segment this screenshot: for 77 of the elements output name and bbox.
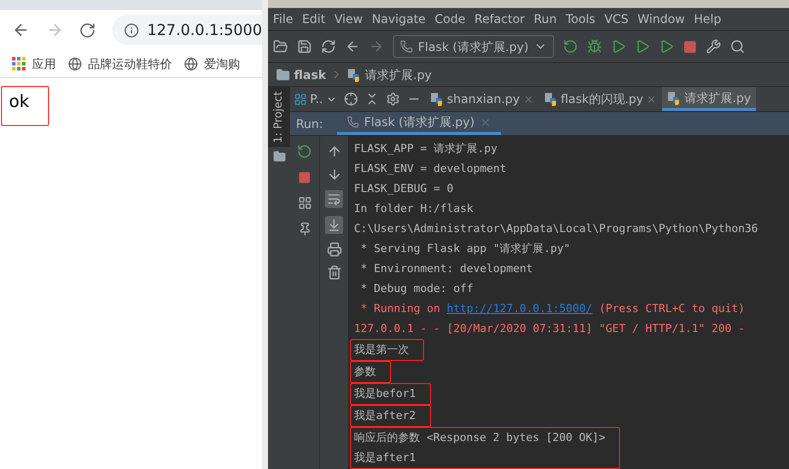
bookmark[interactable]: 应用	[12, 54, 56, 72]
globe-icon	[68, 56, 82, 70]
run-label: Run:	[295, 116, 324, 132]
bookmark[interactable]: 爱淘购	[184, 54, 240, 72]
console-line: * Debug mode: off	[360, 281, 474, 297]
console-line: FLASK_ENV = development	[354, 161, 506, 177]
breadcrumb-item[interactable]: flask	[294, 66, 326, 84]
python-file-icon	[544, 92, 558, 106]
page-text: ok	[1, 86, 49, 126]
console-line: 127.0.0.1 - - [20/Mar/2020 07:31:11] "GET / HTTP/1.1" 200 -	[354, 321, 745, 337]
down-arrow-icon[interactable]	[326, 167, 342, 182]
menu-item[interactable]: Code	[434, 10, 466, 28]
console-line: * Serving Flask app "请求扩展.py"	[360, 241, 570, 257]
phone-icon	[400, 40, 413, 53]
info-icon	[124, 22, 140, 38]
phone-icon	[347, 116, 360, 128]
menu-item[interactable]: Refactor	[474, 10, 525, 28]
layout-icon[interactable]	[298, 196, 312, 210]
console-line: 参数	[354, 364, 376, 380]
folder-icon[interactable]	[272, 150, 286, 163]
printer-icon[interactable]	[326, 242, 342, 257]
folder-icon[interactable]	[273, 39, 288, 54]
url-link[interactable]: http://127.0.0.1:5000/	[446, 302, 592, 315]
trash-icon[interactable]	[326, 265, 342, 280]
console-line: 响应后的参数 <Response 2 bytes [200 OK]>	[354, 430, 606, 446]
console-line: 我是after2	[354, 408, 416, 424]
console-line: 我是befor1	[354, 386, 416, 402]
run-config-dropdown[interactable]: Flask (请求扩展.py)	[393, 35, 554, 58]
rerun-icon[interactable]	[562, 39, 578, 54]
run-icon[interactable]	[658, 39, 674, 54]
menu-item[interactable]: Navigate	[372, 10, 426, 28]
menu-item[interactable]: Edit	[302, 10, 326, 28]
menu-item[interactable]: File	[273, 10, 294, 28]
console-line: * Running on http://127.0.0.1:5000/ (Press CTRL+C to quit)	[360, 301, 745, 317]
console-line: In folder H:/flask	[354, 201, 474, 217]
wrench-icon[interactable]	[706, 39, 721, 54]
address-bar[interactable]: 127.0.0.1:5000	[112, 15, 262, 45]
console-line: FLASK_APP = 请求扩展.py	[354, 141, 498, 157]
project-stripe-button[interactable]: 1: Project	[268, 87, 290, 147]
apps-grid-icon	[12, 56, 26, 70]
reload-icon[interactable]	[79, 22, 96, 38]
search-icon[interactable]	[730, 39, 745, 54]
bug-icon[interactable]	[586, 39, 602, 54]
folder-icon	[276, 68, 290, 82]
scroll-to-end-icon[interactable]	[325, 216, 343, 234]
editor-tab[interactable]: 请求扩展.py	[662, 87, 756, 111]
crosshair-icon[interactable]	[344, 92, 358, 106]
soft-wrap-icon[interactable]	[325, 190, 343, 208]
console-line: 我是after1	[354, 450, 416, 466]
menu-item[interactable]: Run	[534, 10, 557, 28]
project-view-dropdown[interactable]: P..	[294, 90, 337, 108]
menu-item[interactable]: View	[334, 10, 363, 28]
back-icon[interactable]	[345, 39, 360, 54]
globe-icon	[184, 56, 198, 70]
panel-icon	[294, 92, 307, 106]
menu-item[interactable]: Window	[638, 10, 685, 28]
console-line: C:\Users\Administrator\AppData\Local\Programs\Python\Python36	[354, 221, 758, 237]
bookmark[interactable]: 品牌运动鞋特价	[68, 54, 172, 72]
python-file-icon	[430, 92, 444, 106]
console-line: FLASK_DEBUG = 0	[354, 181, 454, 197]
editor-tab[interactable]: shanxian.py	[425, 87, 539, 111]
console-line: * Environment: development	[360, 261, 533, 277]
breadcrumb-item[interactable]: 请求扩展.py	[365, 66, 432, 84]
menu-item[interactable]: VCS	[604, 10, 629, 28]
editor-tab[interactable]: flask的闪现.py	[538, 87, 662, 111]
menu-item[interactable]: Tools	[566, 10, 596, 28]
sync-icon[interactable]	[321, 39, 336, 54]
python-file-icon	[347, 68, 362, 82]
rerun-icon[interactable]	[297, 144, 312, 159]
stop-icon[interactable]	[298, 171, 311, 184]
save-icon[interactable]	[297, 39, 312, 54]
console-line: 我是第一次	[354, 342, 409, 358]
settings-icon[interactable]	[386, 92, 400, 106]
pin-icon[interactable]	[298, 222, 312, 236]
menu-item[interactable]: Help	[694, 10, 722, 28]
stop-icon[interactable]	[682, 40, 697, 54]
python-file-icon	[667, 90, 682, 104]
